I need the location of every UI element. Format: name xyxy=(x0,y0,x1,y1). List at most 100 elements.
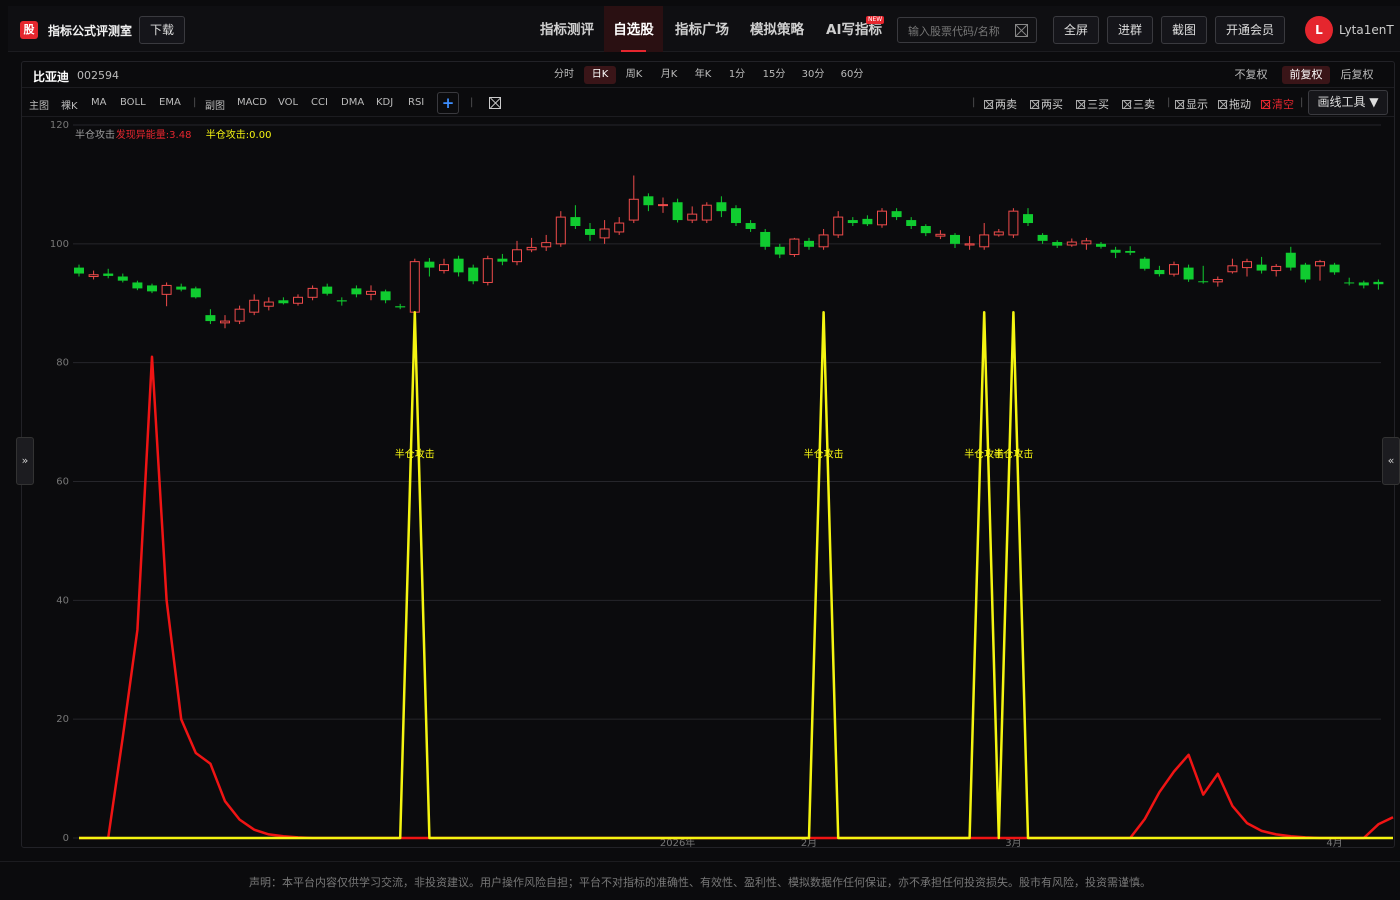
nav-ai-indicator[interactable]: AI写指标 xyxy=(818,6,890,52)
candle-body xyxy=(804,240,814,247)
candle-body xyxy=(862,218,873,225)
candle-body xyxy=(935,233,946,237)
period-intraday[interactable]: 分时 xyxy=(549,66,579,84)
vip-button[interactable]: 开通会员 xyxy=(1215,16,1285,44)
stock-header-row: 比亚迪 002594 分时 日K 周K 月K 年K 1分 15分 30分 60分… xyxy=(22,62,1394,88)
tool-clear[interactable]: 清空 xyxy=(1261,96,1294,112)
candle-body xyxy=(336,300,347,302)
candle-body xyxy=(1139,258,1150,269)
search-input[interactable]: 输入股票代码/名称 xyxy=(897,17,1037,43)
divider: | xyxy=(972,97,976,108)
checkbox-icon xyxy=(1261,100,1270,109)
indicator-vol[interactable]: VOL xyxy=(278,97,298,108)
candle-body xyxy=(760,231,771,247)
candle-body xyxy=(891,211,902,218)
indicator-ema[interactable]: EMA xyxy=(159,97,181,108)
period-daily[interactable]: 日K xyxy=(584,66,616,84)
candle-body xyxy=(409,261,420,313)
y-tick-label: 120 xyxy=(50,120,69,131)
indicator-cci[interactable]: CCI xyxy=(311,97,328,108)
candle-body xyxy=(1300,264,1311,280)
adjust-backward[interactable]: 后复权 xyxy=(1336,66,1378,84)
checkbox-icon xyxy=(984,100,993,109)
candle-body xyxy=(964,243,975,246)
indicator-macd[interactable]: MACD xyxy=(237,97,267,108)
search-clear-icon[interactable] xyxy=(1015,24,1028,37)
tool-three-sell[interactable]: 三卖 xyxy=(1122,96,1155,112)
candle-body xyxy=(220,320,230,324)
logo-icon: 股 xyxy=(20,21,38,39)
period-weekly[interactable]: 周K xyxy=(619,66,649,84)
period-yearly[interactable]: 年K xyxy=(688,66,718,84)
new-badge: NEW xyxy=(866,16,885,24)
top-bar: 股 指标公式评测室 下载 指标测评 自选股 指标广场 模拟策略 AI写指标 NE… xyxy=(8,6,1400,52)
nav-active-underline xyxy=(621,50,646,52)
indicator-ma[interactable]: MA xyxy=(91,97,106,108)
close-indicator-icon[interactable] xyxy=(489,97,501,109)
indicator-kdj[interactable]: KDJ xyxy=(376,97,393,108)
adjust-forward[interactable]: 前复权 xyxy=(1282,66,1330,84)
sub-chart-label: 副图 xyxy=(205,101,225,112)
brand-title: 指标公式评测室 xyxy=(48,24,133,38)
candle-body xyxy=(950,234,960,244)
disclaimer: 声明：本平台内容仅供学习交流，非投资建议。用户操作风险自担；平台不对指标的准确性… xyxy=(0,861,1400,900)
download-button[interactable]: 下载 xyxy=(139,16,185,44)
fullscreen-button[interactable]: 全屏 xyxy=(1053,16,1099,44)
candle-body xyxy=(1285,252,1296,268)
y-tick-label: 0 xyxy=(63,833,69,844)
period-monthly[interactable]: 月K xyxy=(654,66,684,84)
period-1min[interactable]: 1分 xyxy=(724,66,750,84)
tool-drag[interactable]: 拖动 xyxy=(1218,96,1251,112)
candle-body xyxy=(497,258,508,262)
divider: | xyxy=(470,97,474,108)
avatar[interactable]: L xyxy=(1305,16,1333,44)
tool-two-sell-label: 两卖 xyxy=(995,98,1017,111)
candle-body xyxy=(1154,269,1165,275)
indicator-bare-k[interactable]: 裸K xyxy=(61,97,78,112)
candle-body xyxy=(1358,282,1369,286)
checkbox-icon xyxy=(1218,100,1227,109)
candle-body xyxy=(234,308,245,322)
nav-watchlist[interactable]: 自选股 xyxy=(604,6,663,52)
candle-body xyxy=(74,267,84,274)
candle-body xyxy=(745,223,756,229)
expand-right-button[interactable]: « xyxy=(1382,437,1400,485)
period-60min[interactable]: 60分 xyxy=(836,66,868,84)
tool-two-buy[interactable]: 两买 xyxy=(1030,96,1063,112)
divider: | xyxy=(1167,97,1171,108)
indicator-rsi[interactable]: RSI xyxy=(408,97,424,108)
nav-indicator-square[interactable]: 指标广场 xyxy=(668,6,736,52)
tool-show[interactable]: 显示 xyxy=(1175,96,1208,112)
join-group-button[interactable]: 进群 xyxy=(1107,16,1153,44)
tool-two-sell[interactable]: 两卖 xyxy=(984,96,1017,112)
candle-body xyxy=(117,276,128,281)
candle-body xyxy=(205,315,216,322)
draw-tool-dropdown[interactable]: 画线工具 ▼ xyxy=(1308,90,1388,115)
nav-indicator-review[interactable]: 指标测评 xyxy=(526,6,608,52)
period-30min[interactable]: 30分 xyxy=(797,66,829,84)
username[interactable]: Lyta1enT xyxy=(1339,23,1394,37)
candle-body xyxy=(1256,264,1267,271)
candle-body xyxy=(1125,250,1136,253)
checkbox-icon xyxy=(1030,100,1039,109)
period-15min[interactable]: 15分 xyxy=(758,66,790,84)
candle-body xyxy=(147,285,157,292)
candlestick-chart[interactable]: 0204060801001202026年 2月 3月 4月半仓攻击 发现异能量:3.48… xyxy=(21,117,1395,847)
add-indicator-button[interactable]: + xyxy=(437,92,459,114)
screenshot-button[interactable]: 截图 xyxy=(1161,16,1207,44)
candle-body xyxy=(614,222,625,233)
nav-simulated-strategy[interactable]: 模拟策略 xyxy=(743,6,811,52)
candle-body xyxy=(190,288,201,298)
main-chart-label: 主图 xyxy=(29,101,49,112)
candle-body xyxy=(307,287,318,298)
indicator-dma[interactable]: DMA xyxy=(341,97,364,108)
indicator-boll[interactable]: BOLL xyxy=(120,97,146,108)
candle-body xyxy=(468,267,479,282)
expand-left-button[interactable]: » xyxy=(16,437,34,485)
y-tick-label: 80 xyxy=(56,358,69,369)
tool-three-buy[interactable]: 三买 xyxy=(1076,96,1109,112)
candle-body xyxy=(643,196,654,206)
checkbox-icon xyxy=(1122,100,1131,109)
y-tick-label: 40 xyxy=(56,595,69,606)
adjust-none[interactable]: 不复权 xyxy=(1230,66,1272,84)
